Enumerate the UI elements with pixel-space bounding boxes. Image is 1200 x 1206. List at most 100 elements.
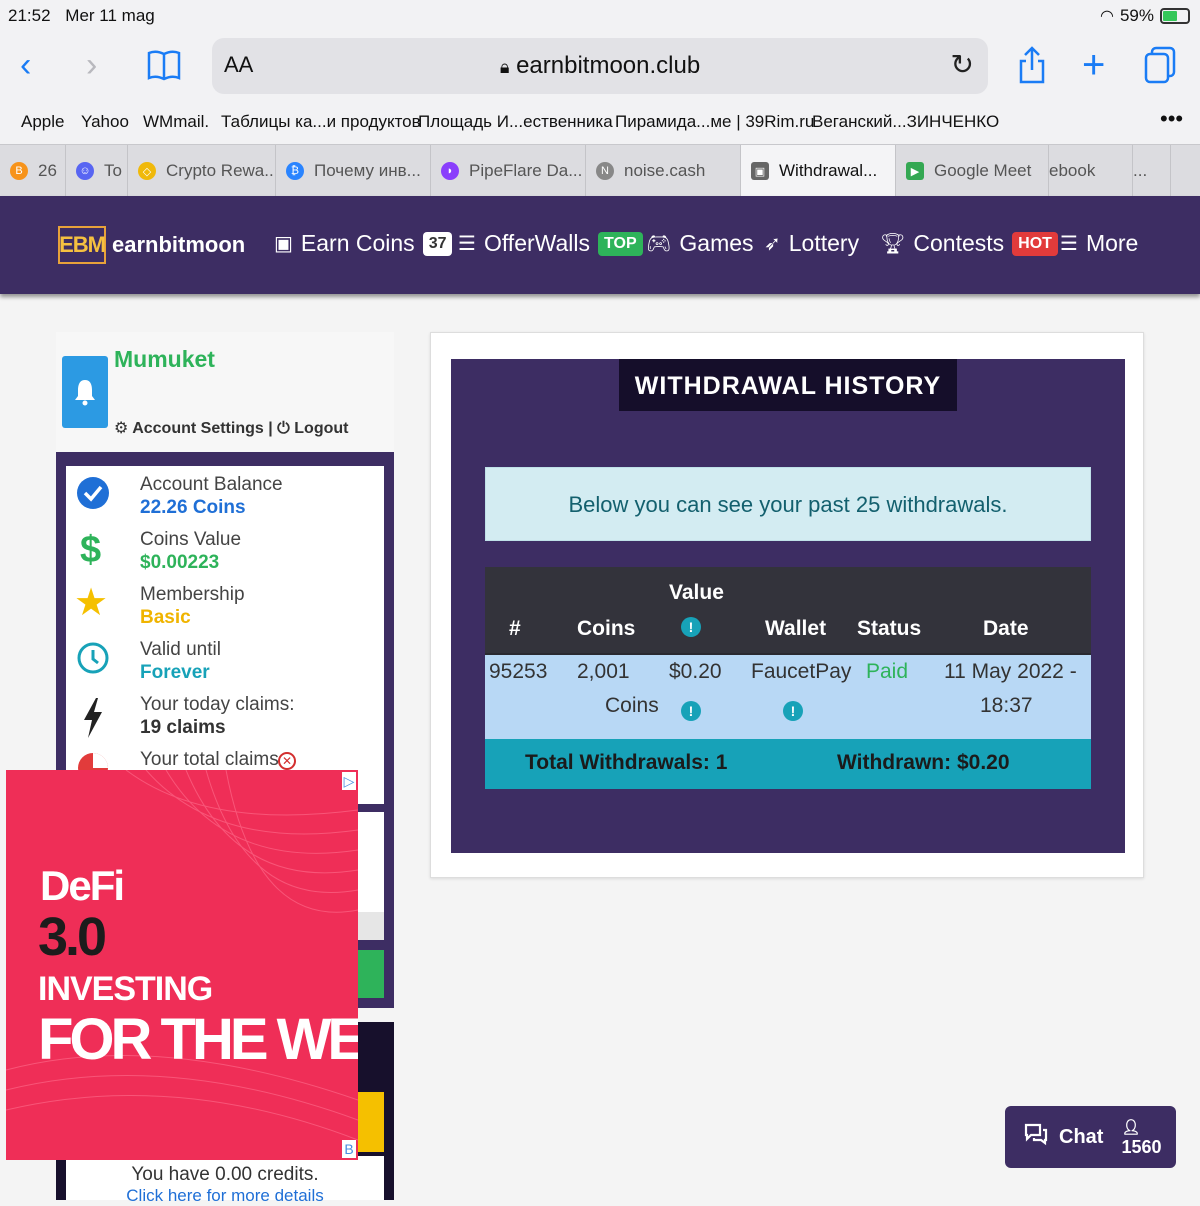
browser-toolbar: ‹ › AA 🔒︎ earnbitmoon.club ↻ +: [0, 32, 1200, 102]
tab-item-active[interactable]: ▣ Withdrawal...: [741, 145, 896, 197]
close-tab-icon[interactable]: ▣: [751, 162, 769, 180]
rocket-icon: ➶: [764, 233, 781, 255]
tab-item[interactable]: ...: [1133, 145, 1171, 197]
stat-today-claims: Your today claims: 19 claims: [66, 690, 384, 744]
nav-earn-coins[interactable]: ▣ Earn Coins 37: [274, 230, 453, 257]
check-circle-icon: [76, 476, 110, 510]
cell-value: $0.20: [669, 660, 722, 683]
bookmarks-icon[interactable]: [146, 48, 182, 88]
tab-item[interactable]: ☺ To: [66, 145, 128, 197]
value-info-icon[interactable]: !: [681, 701, 701, 721]
bookmark-item[interactable]: Yahoo: [81, 112, 129, 132]
share-icon[interactable]: [1018, 46, 1046, 90]
offerwalls-badge: TOP: [598, 231, 643, 256]
adchoices-icon[interactable]: ▷: [342, 772, 356, 790]
sidebar-card-edge: [358, 912, 384, 940]
account-settings-link[interactable]: Account Settings: [132, 420, 264, 437]
cell-coins-unit: Coins: [605, 694, 659, 717]
new-tab-icon[interactable]: +: [1082, 45, 1105, 85]
col-coins: Coins: [577, 617, 636, 640]
advertisement[interactable]: DeFi 3.0 INVESTING FOR THE WEB3.0: [6, 770, 358, 1160]
ad-headline-3: INVESTING: [38, 970, 213, 1008]
reload-icon[interactable]: ↻: [951, 48, 974, 81]
crypto-favicon-icon: ◇: [138, 162, 156, 180]
cell-wallet: FaucetPay: [751, 660, 852, 683]
tab-item[interactable]: ebook: [1049, 145, 1133, 197]
bookmark-item[interactable]: Площадь И...ественника: [418, 112, 613, 132]
stat-membership: ★ Membership Basic: [74, 582, 245, 628]
url-text[interactable]: earnbitmoon.club: [516, 52, 700, 79]
discord-favicon-icon: ☺: [76, 162, 94, 180]
menu-icon: ☰: [1060, 233, 1078, 255]
cell-date-day: 11 May 2022 -: [944, 660, 1077, 683]
nav-lottery[interactable]: ➶ Lottery: [764, 230, 859, 257]
tab-bar: B 26 ☺ To ◇ Crypto Rewa... ₿ Почему инв.…: [0, 144, 1200, 197]
cell-coins-num: 2,001: [577, 660, 630, 683]
table-footer: Total Withdrawals: 1 Withdrawn: $0.20: [485, 739, 1091, 789]
tab-item[interactable]: B 26: [0, 145, 66, 197]
cell-status: Paid: [866, 660, 909, 683]
ad-close-icon[interactable]: ✕: [278, 752, 296, 770]
bookmark-item[interactable]: Таблицы ка...и продуктов: [221, 112, 421, 132]
stat-coins-value: $ Coins Value $0.00223: [80, 529, 242, 573]
chat-online-count: 1560: [1121, 1137, 1162, 1157]
ad-badge-icon[interactable]: B: [342, 1140, 356, 1158]
tab-item[interactable]: ◇ Crypto Rewa...: [128, 145, 276, 197]
nav-offerwalls[interactable]: ☰ OfferWalls TOP: [458, 230, 643, 257]
username: Mumuket: [114, 346, 215, 372]
nav-contests[interactable]: 🏆︎ Contests HOT: [880, 230, 1058, 257]
ad-headline-1: DeFi: [40, 862, 125, 909]
sidebar-card-edge: [358, 812, 384, 912]
bookmark-item[interactable]: WMmail.: [143, 112, 209, 132]
tabs-overview-icon[interactable]: [1144, 46, 1176, 90]
chat-button[interactable]: Chat 👤︎ 1560: [1005, 1106, 1176, 1168]
ad-headline-4: FOR THE WEB3.0: [38, 1007, 358, 1072]
withdrawal-card: WITHDRAWAL HISTORY Below you can see you…: [430, 332, 1144, 878]
status-time: 21:52: [8, 6, 51, 25]
col-status: Status: [857, 617, 922, 640]
coin-favicon-icon: ₿: [286, 162, 304, 180]
logout-link[interactable]: Logout: [294, 420, 348, 437]
tab-item[interactable]: ◗ PipeFlare Da...: [431, 145, 586, 197]
chat-bubbles-icon: [1023, 1122, 1049, 1153]
nav-more[interactable]: ☰ More: [1060, 230, 1138, 257]
bookmark-item[interactable]: Пирамида...ме | 39Rim.ru: [615, 112, 814, 132]
nav-games[interactable]: 🎮︎ Games: [646, 230, 754, 257]
table-header: # Coins Value ! Wallet Status Date: [485, 567, 1091, 655]
star-icon: ★: [74, 582, 109, 624]
power-icon: ⏻: [277, 420, 290, 437]
forward-icon[interactable]: ›: [86, 48, 97, 82]
logo-text: earnbitmoon: [112, 232, 246, 257]
bookmark-item[interactable]: Веганский...ЗИНЧЕНКО: [812, 112, 999, 132]
tab-item[interactable]: ▶ Google Meet: [896, 145, 1049, 197]
bitcoin-favicon-icon: B: [10, 162, 28, 180]
site-logo[interactable]: EBM earnbitmoon: [58, 226, 245, 264]
contests-badge: HOT: [1012, 231, 1058, 256]
link-separator: |: [268, 420, 273, 437]
address-bar[interactable]: AA 🔒︎ earnbitmoon.club ↻: [212, 38, 988, 94]
sidebar-button-edge[interactable]: [358, 950, 384, 998]
money-icon: ▣: [274, 233, 293, 255]
tab-item[interactable]: ₿ Почему инв...: [276, 145, 431, 197]
bell-icon[interactable]: [62, 356, 108, 428]
lock-icon: 🔒︎: [499, 57, 510, 77]
user-icon: 👤︎: [1121, 1119, 1141, 1136]
credits-text: You have 0.00 credits.: [131, 1164, 319, 1185]
back-icon[interactable]: ‹: [20, 48, 31, 82]
col-id: #: [509, 617, 521, 640]
credits-card: You have 0.00 credits. Click here for mo…: [66, 1156, 384, 1205]
cell-date-time: 18:37: [980, 694, 1033, 717]
withdrawal-panel: WITHDRAWAL HISTORY Below you can see you…: [451, 359, 1125, 853]
tab-item[interactable]: N noise.cash: [586, 145, 741, 197]
sidebar-button-edge[interactable]: [358, 1092, 384, 1152]
earn-coins-badge: 37: [422, 231, 453, 256]
credits-link[interactable]: Click here for more details: [66, 1186, 384, 1206]
col-value: Value: [669, 581, 724, 604]
value-info-icon[interactable]: !: [681, 617, 701, 637]
total-withdrawn: Withdrawn: $0.20: [837, 751, 1010, 774]
stat-valid-until: Valid until Forever: [66, 635, 384, 689]
site-navbar: EBM earnbitmoon ▣ Earn Coins 37 ☰ OfferW…: [0, 196, 1200, 294]
bookmark-item[interactable]: Apple: [21, 112, 64, 132]
wallet-info-icon[interactable]: !: [783, 701, 803, 721]
more-bookmarks-icon[interactable]: •••: [1160, 106, 1183, 132]
